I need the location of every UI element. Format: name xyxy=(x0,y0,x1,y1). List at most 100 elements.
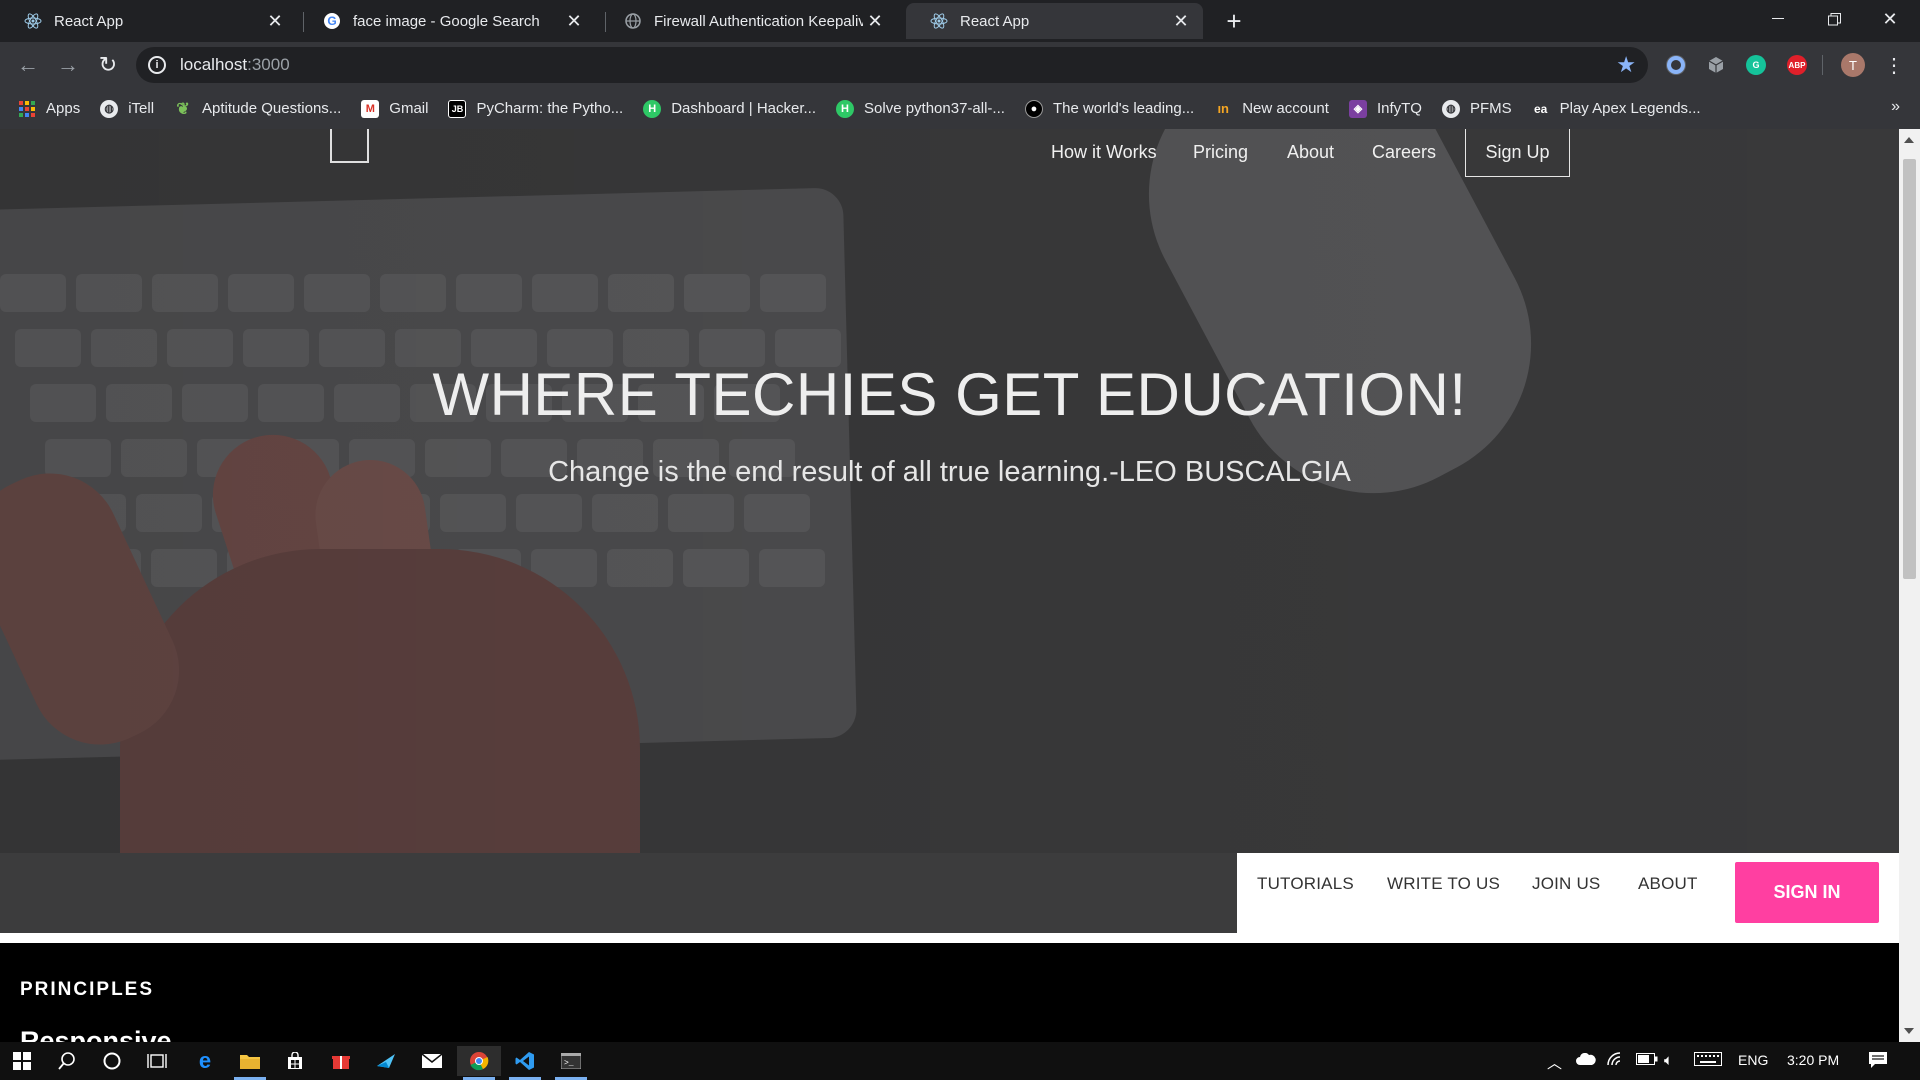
site-info-icon[interactable]: i xyxy=(148,56,166,74)
bookmark-itell[interactable]: ◍ iTell xyxy=(100,99,154,118)
close-icon[interactable]: ✕ xyxy=(562,9,586,33)
scroll-up-icon[interactable] xyxy=(1904,137,1914,143)
close-window-button[interactable]: ✕ xyxy=(1862,0,1918,38)
close-icon[interactable]: ✕ xyxy=(1169,9,1193,33)
tab-google-search[interactable]: G face image - Google Search ✕ xyxy=(299,3,596,39)
bookmark-hackerrank-dashboard[interactable]: H Dashboard | Hacker... xyxy=(643,99,816,118)
bookmark-hackerrank-python[interactable]: H Solve python37-all-... xyxy=(836,99,1005,118)
edge-icon[interactable]: e xyxy=(183,1046,227,1076)
extension-cube-icon[interactable] xyxy=(1706,55,1726,75)
minimize-button[interactable] xyxy=(1750,0,1806,38)
new-account-icon: ın xyxy=(1217,101,1229,116)
task-view-icon[interactable] xyxy=(135,1046,179,1076)
action-center-icon[interactable] xyxy=(1869,1052,1887,1072)
react-icon xyxy=(24,12,42,30)
cortana-icon[interactable] xyxy=(90,1046,134,1076)
store-icon[interactable] xyxy=(273,1046,317,1076)
globe-icon: ◍ xyxy=(1441,99,1460,118)
bookmark-github[interactable]: ● The world's leading... xyxy=(1024,99,1194,118)
site-logo[interactable] xyxy=(330,129,369,163)
hackerrank-icon: H xyxy=(643,99,662,118)
principles-heading: PRINCIPLES xyxy=(20,979,155,1000)
bookmark-apex[interactable]: ea Play Apex Legends... xyxy=(1532,100,1701,118)
tab-react-app-active[interactable]: React App ✕ xyxy=(906,3,1203,39)
gift-app-icon[interactable] xyxy=(319,1046,363,1076)
vscode-icon[interactable] xyxy=(503,1046,547,1080)
back-arrow-icon[interactable]: ← xyxy=(12,49,44,81)
toolbar-divider xyxy=(1822,55,1823,75)
hackerrank-icon: H xyxy=(836,99,855,118)
bookmarks-overflow-icon[interactable]: » xyxy=(1891,98,1900,116)
nav-careers[interactable]: Careers xyxy=(1372,142,1436,163)
close-icon[interactable]: ✕ xyxy=(263,9,287,33)
forward-arrow-icon[interactable]: → xyxy=(52,49,84,81)
address-bar[interactable]: i localhost:3000 ★ xyxy=(136,47,1648,83)
svg-text:G: G xyxy=(327,14,336,28)
apps-grid-icon xyxy=(18,100,36,118)
chevron-up-icon[interactable]: ︿ xyxy=(1547,1052,1562,1073)
reload-icon[interactable]: ↻ xyxy=(92,49,124,81)
battery-icon[interactable] xyxy=(1636,1052,1658,1069)
grammarly-icon[interactable]: G xyxy=(1746,55,1766,75)
volume-icon[interactable]: 🔈︎ xyxy=(1664,1052,1673,1069)
mail-icon[interactable] xyxy=(410,1046,454,1076)
keyboard-icon[interactable] xyxy=(1694,1052,1722,1070)
nav-write-to-us[interactable]: WRITE TO US xyxy=(1387,874,1500,894)
bookmark-infytq[interactable]: ◈ InfyTQ xyxy=(1348,99,1422,118)
bookmark-new-account[interactable]: ın New account xyxy=(1214,100,1329,118)
close-icon[interactable]: ✕ xyxy=(863,9,887,33)
file-explorer-icon[interactable] xyxy=(228,1046,272,1080)
bookmark-pycharm[interactable]: JB PyCharm: the Pytho... xyxy=(448,99,623,118)
nav-about-secondary[interactable]: ABOUT xyxy=(1638,874,1698,894)
new-tab-button[interactable]: + xyxy=(1219,6,1249,36)
search-icon[interactable] xyxy=(45,1046,89,1076)
hero-section: How it Works Pricing About Careers Sign … xyxy=(0,129,1899,853)
nav-how-it-works[interactable]: How it Works xyxy=(1051,142,1157,163)
react-icon xyxy=(930,12,948,30)
nav-about[interactable]: About xyxy=(1287,142,1334,163)
adblock-plus-icon[interactable]: ABP xyxy=(1787,55,1807,75)
extension-circle-icon[interactable] xyxy=(1666,55,1686,75)
bookmark-gmail[interactable]: M Gmail xyxy=(361,99,428,118)
ea-icon: ea xyxy=(1533,101,1548,116)
tab-title: React App xyxy=(960,12,1030,30)
hero-subtitle: Change is the end result of all true lea… xyxy=(548,456,1351,488)
chrome-taskbar-icon[interactable] xyxy=(457,1046,501,1080)
terminal-icon[interactable]: >_ xyxy=(549,1046,593,1080)
address-url: localhost:3000 xyxy=(180,55,290,74)
input-language[interactable]: ENG xyxy=(1738,1052,1768,1068)
bookmark-star-icon[interactable]: ★ xyxy=(1616,52,1636,78)
svg-text:>_: >_ xyxy=(564,1059,574,1068)
sign-up-button[interactable]: Sign Up xyxy=(1465,129,1570,177)
tab-title: face image - Google Search xyxy=(353,12,540,30)
menu-kebab-icon[interactable]: ⋮ xyxy=(1878,49,1910,81)
bookmark-aptitude[interactable]: ❦ Aptitude Questions... xyxy=(174,100,341,118)
windows-taskbar: e >_ ︿ 🔈︎ ENG 3:20 PM xyxy=(0,1042,1920,1080)
nav-join-us[interactable]: JOIN US xyxy=(1532,874,1600,894)
hero-title: WHERE TECHIES GET EDUCATION! xyxy=(432,361,1467,428)
infytq-icon: ◈ xyxy=(1348,99,1367,118)
jetbrains-icon: JB xyxy=(448,99,467,118)
page-scrollbar[interactable] xyxy=(1899,129,1920,1042)
tab-react-app-1[interactable]: React App ✕ xyxy=(0,3,297,39)
principle-item-title: Responsive xyxy=(20,1026,172,1042)
windows-start-icon[interactable] xyxy=(0,1046,44,1076)
sign-in-button[interactable]: SIGN IN xyxy=(1735,862,1879,923)
globe-icon xyxy=(624,12,642,30)
tab-title: React App xyxy=(54,12,124,30)
profile-avatar[interactable]: T xyxy=(1841,53,1865,77)
nav-tutorials[interactable]: TUTORIALS xyxy=(1257,874,1354,894)
app-bird-icon[interactable] xyxy=(364,1046,408,1076)
onedrive-icon[interactable] xyxy=(1576,1052,1596,1069)
clock-time[interactable]: 3:20 PM xyxy=(1787,1052,1839,1068)
restore-button[interactable] xyxy=(1806,0,1862,38)
wifi-icon[interactable] xyxy=(1607,1052,1627,1072)
scroll-down-icon[interactable] xyxy=(1904,1028,1914,1034)
bookmark-pfms[interactable]: ◍ PFMS xyxy=(1441,99,1512,118)
browser-toolbar: ← → ↻ i localhost:3000 ★ G ABP T ⋮ xyxy=(0,42,1920,88)
tab-firewall-auth[interactable]: Firewall Authentication Keepalive ✕ xyxy=(600,3,897,39)
nav-pricing[interactable]: Pricing xyxy=(1193,142,1248,163)
github-icon: ● xyxy=(1024,99,1043,118)
scrollbar-thumb[interactable] xyxy=(1903,159,1916,579)
bookmark-apps[interactable]: Apps xyxy=(18,100,80,118)
